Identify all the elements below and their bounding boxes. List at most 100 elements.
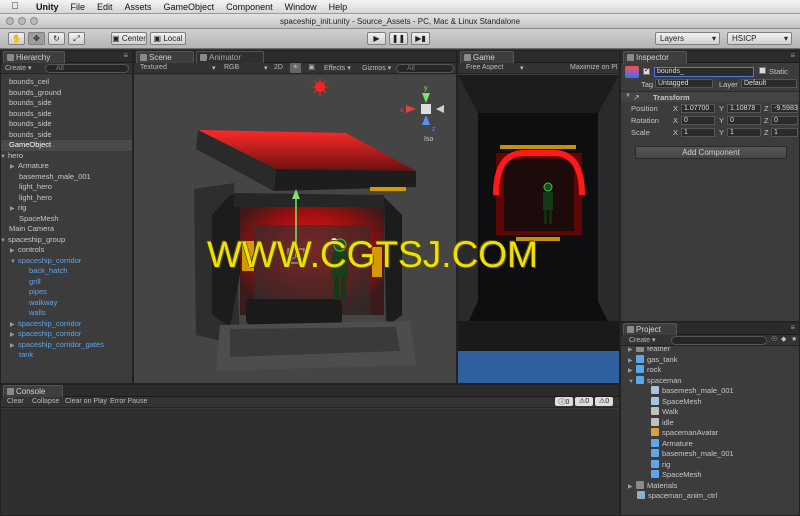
transform-z-field[interactable]: -9.5983 xyxy=(771,104,798,113)
hierarchy-item[interactable]: ▶ spaceship_corridor xyxy=(1,329,132,340)
hierarchy-item[interactable]: grill xyxy=(1,277,132,288)
tab-project[interactable]: Project xyxy=(623,323,677,335)
error-pause-button[interactable]: Error Pause xyxy=(110,398,147,405)
project-item[interactable]: SpaceMesh xyxy=(621,470,799,481)
layers-dropdown[interactable]: Layers ▾ xyxy=(655,32,720,45)
hierarchy-item[interactable]: ▶ spaceship_corridor xyxy=(1,319,132,330)
menu-gameobject[interactable]: GameObject xyxy=(158,2,221,12)
hierarchy-item[interactable]: ▼ spaceship_corridor xyxy=(1,256,132,267)
close-window-button[interactable] xyxy=(6,17,14,25)
apple-icon[interactable]:  xyxy=(0,1,30,12)
error-count-toggle[interactable]: ⚠0 xyxy=(595,397,613,406)
pause-button[interactable]: ❚❚ xyxy=(389,32,408,45)
hierarchy-item[interactable]: light_hero xyxy=(1,193,132,204)
rotate-tool-button[interactable]: ↻ xyxy=(48,32,65,45)
transform-z-field[interactable]: 1 xyxy=(771,128,798,137)
project-item[interactable]: ▶ Materials xyxy=(621,480,799,492)
hierarchy-item[interactable]: bounds_side xyxy=(1,130,132,141)
add-component-button[interactable]: Add Component xyxy=(635,146,787,159)
gizmo-projection-label[interactable]: Iso xyxy=(424,136,433,143)
console-log-area[interactable] xyxy=(1,409,619,515)
collapse-button[interactable]: Collapse xyxy=(32,398,59,405)
project-create-dropdown[interactable]: Create ▾ xyxy=(629,336,655,344)
tab-inspector[interactable]: Inspector xyxy=(623,51,687,63)
scene-search-input[interactable]: All xyxy=(396,64,454,73)
effects-dropdown[interactable]: Effects ▾ xyxy=(324,64,351,72)
hierarchy-item[interactable]: Main Camera xyxy=(1,224,132,235)
maximize-on-play-toggle[interactable]: Maximize on Pl xyxy=(570,64,618,71)
hierarchy-item[interactable]: GameObject xyxy=(1,140,132,151)
hierarchy-search-input[interactable]: All xyxy=(45,64,129,73)
project-item[interactable]: ▶ rock xyxy=(621,365,799,376)
project-item[interactable]: basemesh_male_001 xyxy=(621,449,799,460)
layout-dropdown[interactable]: HSICP ▾ xyxy=(727,32,792,45)
tab-console[interactable]: Console xyxy=(3,385,63,397)
transform-x-field[interactable]: 1.07700 xyxy=(681,104,715,113)
project-item[interactable]: ▼ spaceman xyxy=(621,375,799,387)
hierarchy-item[interactable]: light_hero xyxy=(1,182,132,193)
tag-dropdown[interactable]: Untagged xyxy=(655,79,713,88)
active-checkbox[interactable]: ✓ xyxy=(643,67,650,75)
hierarchy-item[interactable]: ▶ Armature xyxy=(1,161,132,172)
hierarchy-item[interactable]: ▶ controls xyxy=(1,245,132,256)
aspect-dropdown[interactable]: Free Aspect xyxy=(466,64,503,71)
menu-edit[interactable]: Edit xyxy=(91,2,119,12)
transform-x-field[interactable]: 0 xyxy=(681,116,715,125)
filter-label-icon[interactable]: ◆ xyxy=(781,335,786,343)
transform-header[interactable]: ▼ ↗ Transform xyxy=(621,91,799,102)
panel-menu-icon[interactable]: ≡ xyxy=(123,51,128,60)
menu-unity[interactable]: Unity xyxy=(30,2,65,12)
project-item[interactable]: Armature xyxy=(621,438,799,450)
tab-animator[interactable]: Animator xyxy=(196,51,264,63)
clear-on-play-button[interactable]: Clear on Play xyxy=(65,398,107,405)
clear-button[interactable]: Clear xyxy=(7,398,24,405)
hierarchy-item[interactable]: ▼ spaceship_group xyxy=(0,235,132,246)
render-mode-dropdown[interactable]: RGB xyxy=(224,64,239,71)
project-item[interactable]: basemesh_male_001 xyxy=(621,386,799,397)
hierarchy-item[interactable]: walls xyxy=(1,308,132,319)
hierarchy-item[interactable]: bounds_ceil xyxy=(1,77,132,88)
tab-scene[interactable]: Scene xyxy=(136,51,194,63)
hierarchy-item[interactable]: bounds_side xyxy=(1,119,132,130)
hierarchy-item[interactable]: ▶ spaceship_corridor_gates xyxy=(1,340,132,351)
project-item[interactable]: idle xyxy=(621,417,799,429)
hierarchy-item[interactable]: ▶ rig xyxy=(1,203,132,214)
project-item[interactable]: SpaceMesh xyxy=(621,396,799,408)
zoom-window-button[interactable] xyxy=(30,17,38,25)
project-item[interactable]: ▶ gas_tank xyxy=(621,354,799,366)
scene-lighting-toggle[interactable]: ☀ xyxy=(290,63,301,73)
panel-menu-icon[interactable]: ≡ xyxy=(790,323,795,332)
step-button[interactable]: ▶▮ xyxy=(411,32,430,45)
pivot-center-toggle[interactable]: ▣ Center xyxy=(111,32,147,45)
2d-toggle[interactable]: 2D xyxy=(274,64,283,71)
minimize-window-button[interactable] xyxy=(18,17,26,25)
project-search-input[interactable] xyxy=(671,336,767,345)
menu-file[interactable]: File xyxy=(65,2,92,12)
hierarchy-item[interactable]: bounds_side xyxy=(1,98,132,109)
project-item[interactable]: ▶ feather xyxy=(621,347,799,355)
menu-assets[interactable]: Assets xyxy=(119,2,158,12)
shading-mode-dropdown[interactable]: Textured xyxy=(140,64,167,71)
hierarchy-item[interactable]: back_hatch xyxy=(1,266,132,277)
move-tool-button[interactable]: ✥ xyxy=(28,32,45,45)
project-item[interactable]: spaceman_anim_ctrl xyxy=(621,491,799,502)
transform-y-field[interactable]: 1 xyxy=(727,128,761,137)
scene-audio-toggle[interactable]: ▣ xyxy=(306,63,317,73)
tab-hierarchy[interactable]: Hierarchy xyxy=(3,51,65,63)
filter-type-icon[interactable]: ☉ xyxy=(771,335,777,343)
hierarchy-item[interactable]: SpaceMesh xyxy=(1,214,132,225)
static-checkbox[interactable] xyxy=(759,67,766,74)
warning-count-toggle[interactable]: ⚠0 xyxy=(575,397,593,406)
gizmo-center-cube[interactable] xyxy=(421,104,431,114)
menu-window[interactable]: Window xyxy=(279,2,323,12)
project-item[interactable]: rig xyxy=(621,459,799,471)
hierarchy-item[interactable]: ▼ hero xyxy=(0,151,132,162)
scene-viewport[interactable]: x y z Iso xyxy=(134,75,456,383)
play-button[interactable]: ▶ xyxy=(367,32,386,45)
hierarchy-create-dropdown[interactable]: Create ▾ xyxy=(5,64,31,72)
menu-help[interactable]: Help xyxy=(323,2,354,12)
hierarchy-item[interactable]: pipes xyxy=(1,287,132,298)
project-item[interactable]: spacemanAvatar xyxy=(621,428,799,439)
hierarchy-item[interactable]: tank xyxy=(1,350,132,361)
project-item[interactable]: Walk xyxy=(621,407,799,418)
